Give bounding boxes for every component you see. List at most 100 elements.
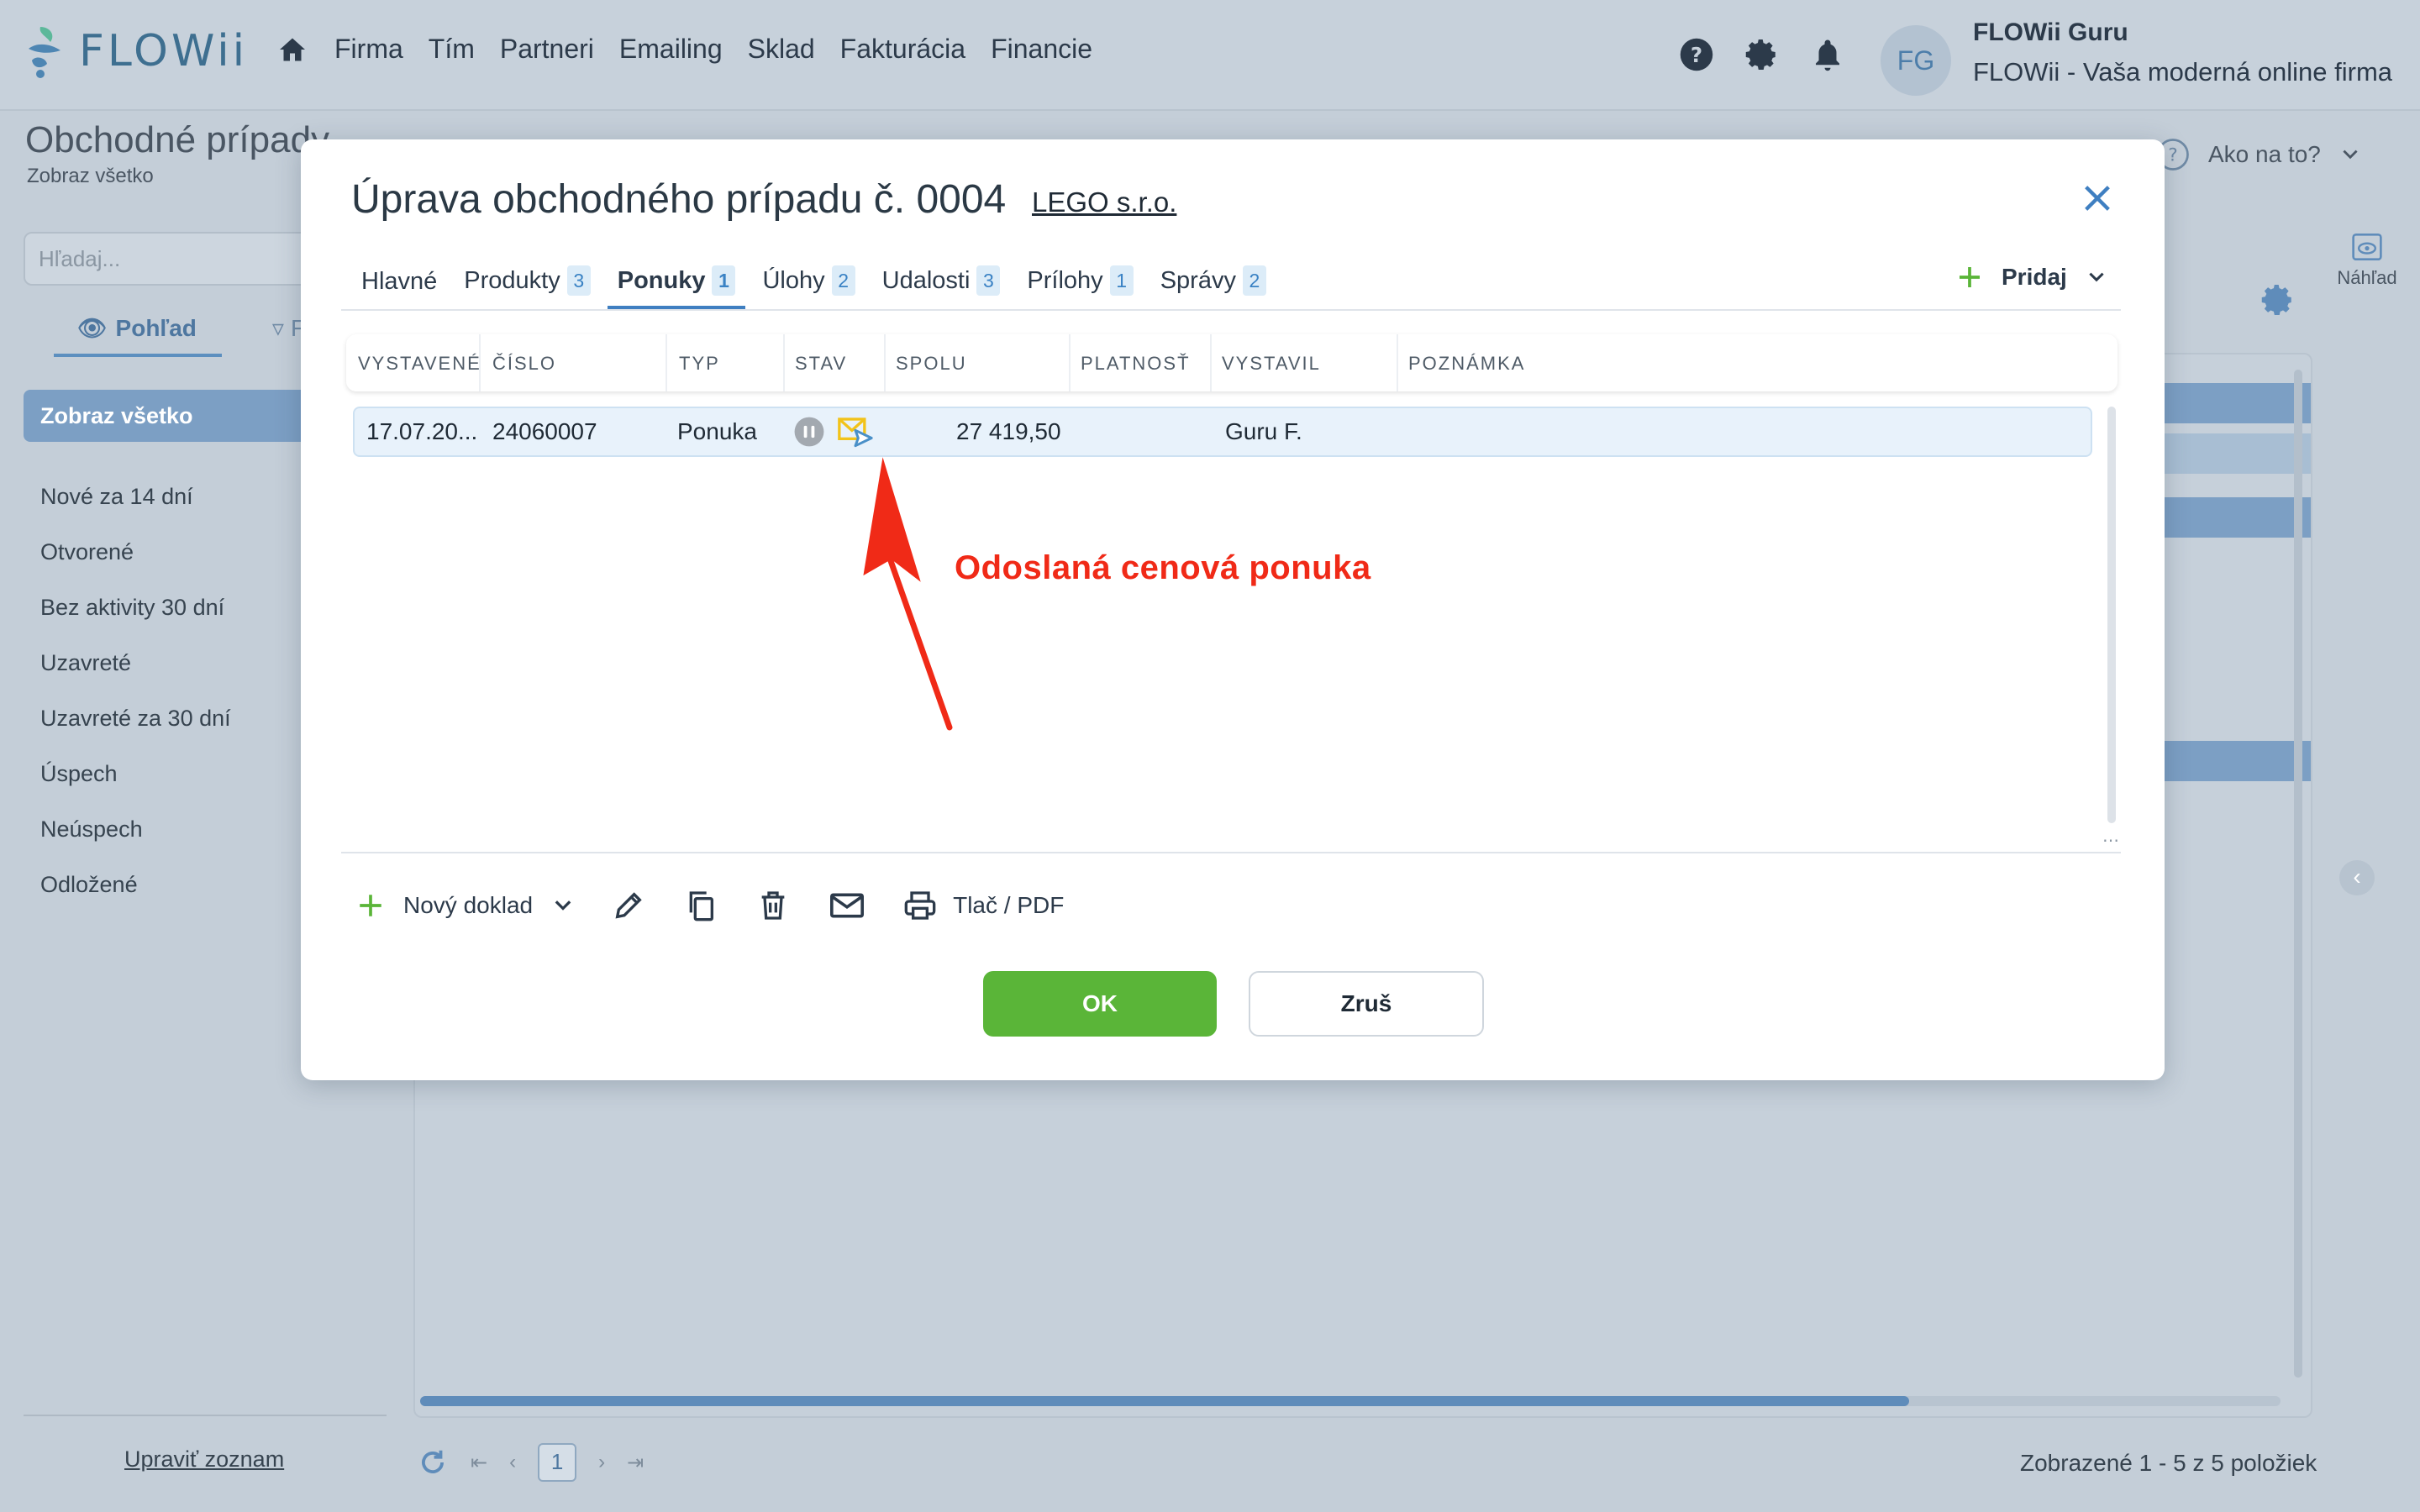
plus-icon <box>360 895 381 916</box>
annotation-label: Odoslaná cenová ponuka <box>955 549 1371 586</box>
cell-issued: 17.07.20... <box>366 418 478 444</box>
edit-pencil-icon[interactable] <box>612 889 645 922</box>
cell-issued-by: Guru F. <box>1225 418 1302 444</box>
column-header[interactable]: VYSTAVENÉ <box>358 353 481 375</box>
tab-view[interactable]: 👁 Pohľad <box>54 314 222 357</box>
tab-messages[interactable]: Správy 2 <box>1150 265 1276 309</box>
add-label: Pridaj <box>2002 264 2067 290</box>
tab-events[interactable]: Udalosti 3 <box>872 265 1011 309</box>
sent-envelope-icon[interactable] <box>837 415 874 449</box>
cell-total: 27 419,50 <box>956 418 1061 444</box>
document-toolbar: Nový doklad Tlač / PDF <box>356 875 1101 936</box>
email-envelope-icon[interactable] <box>829 889 865 922</box>
first-page-icon[interactable]: ⇤ <box>471 1451 487 1475</box>
table-row[interactable]: 17.07.20... 24060007 Ponuka 27 419,50 Gu… <box>353 407 2092 457</box>
column-header[interactable]: SPOLU <box>896 353 967 375</box>
page-subtitle: Zobraz všetko <box>27 165 154 187</box>
column-header[interactable]: PLATNOSŤ <box>1081 353 1191 375</box>
pager-info: Zobrazené 1 - 5 z 5 položiek <box>2020 1450 2317 1476</box>
next-page-icon[interactable]: › <box>598 1451 605 1474</box>
sidebar-item[interactable]: Úspech <box>40 761 231 816</box>
grid-vertical-scrollbar[interactable] <box>2107 407 2116 823</box>
tab-tasks[interactable]: Úlohy 2 <box>752 265 865 309</box>
collapse-preview-button[interactable]: ‹ <box>2339 860 2375 895</box>
column-divider <box>666 334 667 391</box>
how-to-label: Ako na to? <box>2208 141 2321 167</box>
annotation-arrow-icon <box>863 457 953 731</box>
sidebar-item[interactable]: Neúspech <box>40 816 231 872</box>
copy-icon[interactable] <box>684 889 718 922</box>
close-icon[interactable] <box>2081 181 2114 215</box>
flowii-logo[interactable]: FLOWii <box>25 24 248 79</box>
column-header[interactable]: VYSTAVIL <box>1222 353 1321 375</box>
horizontal-scrollbar-thumb[interactable] <box>420 1396 1909 1406</box>
preview-toggle[interactable]: Náhľad <box>2329 232 2405 289</box>
how-to-help[interactable]: ? Ako na to? <box>2156 138 2361 171</box>
nav-item-emailing[interactable]: Emailing <box>619 34 723 65</box>
count-badge: 2 <box>831 265 855 296</box>
flowii-logo-icon <box>29 27 60 78</box>
notifications-bell-icon[interactable] <box>1810 37 1845 72</box>
tab-label: Udalosti <box>881 266 971 294</box>
prev-page-icon[interactable]: ‹ <box>509 1451 516 1474</box>
nav-item-firma[interactable]: Firma <box>334 34 403 65</box>
add-button[interactable]: Pridaj <box>1956 264 2107 291</box>
new-document-button[interactable]: Nový doklad <box>356 891 575 920</box>
nav-item-fakturacia[interactable]: Fakturácia <box>840 34 965 65</box>
vertical-scrollbar[interactable] <box>2294 370 2302 1378</box>
print-pdf-label: Tlač / PDF <box>953 892 1065 918</box>
ok-button[interactable]: OK <box>983 971 1217 1037</box>
chevron-down-icon <box>2089 272 2104 282</box>
current-page-button[interactable]: 1 <box>538 1443 577 1482</box>
main-nav: Firma Tím Partneri Emailing Sklad Faktur… <box>277 34 1118 65</box>
edit-list-link[interactable]: Upraviť zoznam <box>124 1446 284 1473</box>
tab-attachments[interactable]: Prílohy 1 <box>1017 265 1143 309</box>
tab-label: Hlavné <box>361 268 438 295</box>
nav-item-financie[interactable]: Financie <box>991 34 1092 65</box>
logo-text: FLOWii <box>79 26 249 76</box>
home-icon[interactable] <box>277 34 308 65</box>
dialog-tabs: Hlavné Produkty 3 Ponuky 1 Úlohy 2 Udalosti… <box>351 252 1283 309</box>
top-icons: ? <box>1679 37 1845 72</box>
sidebar-item[interactable]: Odložené <box>40 872 231 927</box>
svg-text:?: ? <box>1691 43 1702 67</box>
cell-number: 24060007 <box>492 418 597 444</box>
tab-products[interactable]: Produkty 3 <box>454 265 600 309</box>
sidebar-item[interactable]: Uzavreté za 30 dní <box>40 706 231 761</box>
preview-label: Náhľad <box>2337 267 2397 288</box>
column-divider <box>1210 334 1212 391</box>
refresh-icon[interactable] <box>417 1446 449 1478</box>
chevron-down-icon <box>2343 150 2358 160</box>
sidebar-item[interactable]: Nové za 14 dní <box>40 484 231 539</box>
filter-icon: ▿ <box>271 315 284 341</box>
column-header[interactable]: STAV <box>795 353 847 375</box>
nav-item-tim[interactable]: Tím <box>429 34 475 65</box>
nav-item-sklad[interactable]: Sklad <box>748 34 815 65</box>
grid-settings-gear-icon[interactable] <box>2260 282 2296 318</box>
column-header[interactable]: TYP <box>679 353 720 375</box>
print-pdf-button[interactable]: Tlač / PDF <box>902 889 1064 922</box>
company-link[interactable]: LEGO s.r.o. <box>1032 186 1176 218</box>
nav-item-partneri[interactable]: Partneri <box>500 34 594 65</box>
tab-label: Produkty <box>464 266 560 294</box>
tab-label: Prílohy <box>1027 266 1103 294</box>
sidebar-item[interactable]: Otvorené <box>40 539 231 595</box>
tab-main[interactable]: Hlavné <box>351 268 447 309</box>
resize-handle-icon[interactable]: ⋯ <box>2102 830 2119 851</box>
svg-text:?: ? <box>2168 145 2178 166</box>
sidebar-item[interactable]: Uzavreté <box>40 650 231 706</box>
grid-bottom-divider <box>341 852 2121 853</box>
column-header[interactable]: ČÍSLO <box>492 353 556 375</box>
column-header[interactable]: POZNÁMKA <box>1408 353 1525 375</box>
last-page-icon[interactable]: ⇥ <box>627 1451 644 1475</box>
settings-gear-icon[interactable] <box>1744 37 1780 72</box>
user-name[interactable]: FLOWii Guru <box>1973 18 2128 47</box>
user-avatar[interactable]: FG <box>1881 25 1951 96</box>
cancel-button[interactable]: Zruš <box>1249 971 1484 1037</box>
help-icon[interactable]: ? <box>1679 37 1714 72</box>
column-divider <box>479 334 481 391</box>
tab-label: Správy <box>1160 266 1236 294</box>
tab-offers[interactable]: Ponuky 1 <box>607 265 746 309</box>
sidebar-item[interactable]: Bez aktivity 30 dní <box>40 595 231 650</box>
delete-trash-icon[interactable] <box>756 889 790 922</box>
